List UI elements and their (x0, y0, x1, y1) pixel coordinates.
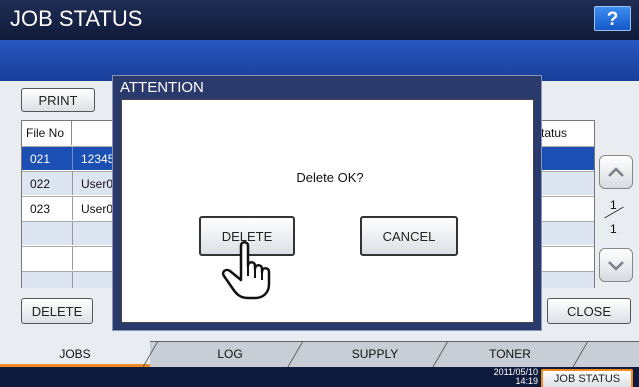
dialog-cancel-button[interactable]: CANCEL (360, 216, 458, 256)
pointing-hand-icon (221, 241, 271, 300)
name-cell: 12345 (81, 151, 115, 166)
file-no-cell: 023 (22, 197, 73, 220)
job-status-button[interactable]: JOB STATUS (541, 369, 633, 387)
scroll-up-button[interactable] (599, 155, 633, 189)
page-title: JOB STATUS (10, 6, 143, 31)
scroll-down-button[interactable] (599, 248, 633, 282)
close-button[interactable]: CLOSE (547, 298, 631, 324)
column-header-status: tatus (536, 121, 594, 145)
tab-supply[interactable]: SUPPLY (315, 341, 435, 367)
dialog-body (121, 99, 534, 323)
name-cell: User0 (81, 201, 114, 216)
dialog-title: ATTENTION (120, 79, 204, 96)
column-header-file-no: File No (22, 121, 72, 145)
tab-toner[interactable]: TONER (455, 341, 565, 367)
page-total: 1 (610, 222, 617, 236)
dialog-message: Delete OK? (296, 170, 364, 185)
print-button[interactable]: PRINT (21, 88, 95, 112)
name-cell: User0 (81, 176, 114, 191)
tab-jobs[interactable]: JOBS (30, 341, 120, 367)
tab-log[interactable]: LOG (175, 341, 285, 367)
status-time: 14:19 (515, 376, 538, 386)
help-button[interactable]: ? (594, 6, 631, 31)
file-no-cell: 021 (22, 147, 73, 170)
chevron-down-icon (608, 261, 624, 271)
delete-button[interactable]: DELETE (21, 298, 93, 324)
chevron-up-icon (608, 167, 624, 177)
file-no-cell: 022 (22, 172, 73, 195)
